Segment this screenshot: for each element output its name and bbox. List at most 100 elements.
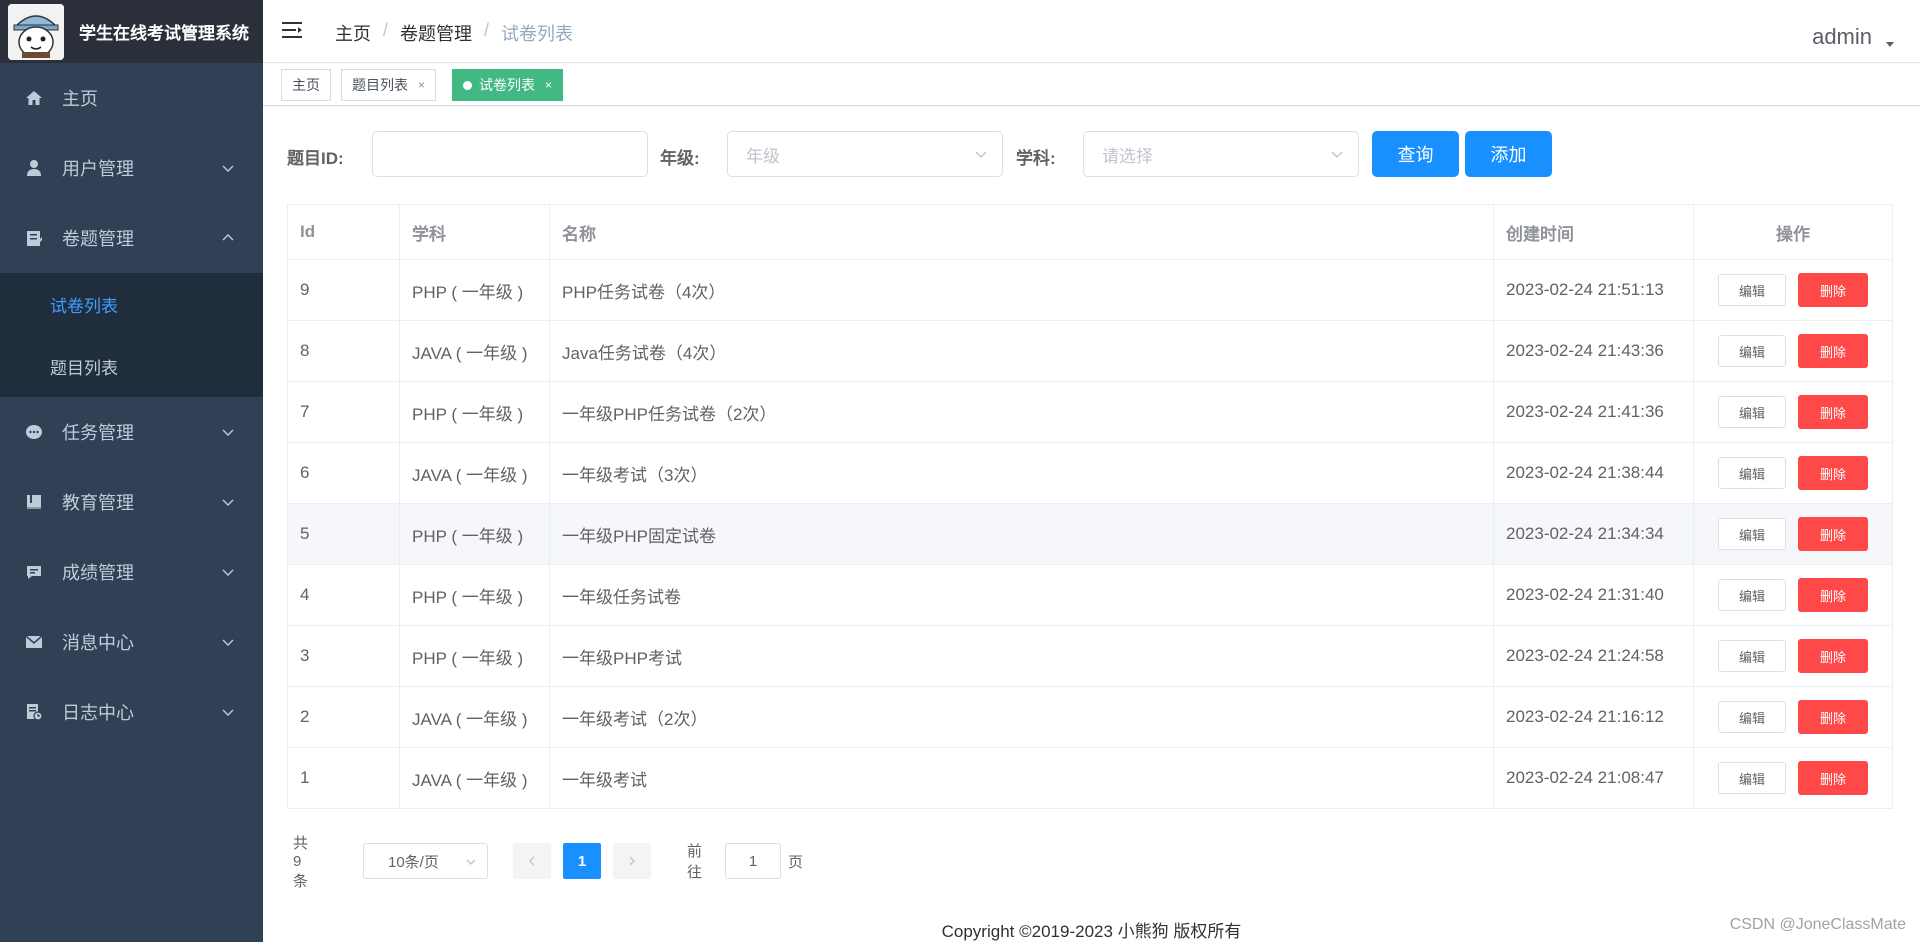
table-row: 9 PHP ( 一年级 ) PHP任务试卷（4次） 2023-02-24 21:51:… [288,259,1892,320]
breadcrumb-home[interactable]: 主页 [335,20,371,46]
edit-button[interactable]: 编辑 [1718,335,1786,367]
table-row: 6 JAVA ( 一年级 ) 一年级考试（3次） 2023-02-24 21:38:4… [288,442,1892,503]
delete-button[interactable]: 删除 [1798,456,1868,490]
delete-button[interactable]: 删除 [1798,639,1868,673]
cell-subject: JAVA ( 一年级 ) [400,443,550,503]
pagination-total: 共 9 条 [293,834,309,890]
chevron-down-icon [975,151,987,158]
goto-suffix: 页 [788,853,804,871]
chevron-down-icon [222,429,234,436]
edit-button[interactable]: 编辑 [1718,640,1786,672]
prev-page-button[interactable] [513,843,551,879]
edit-button[interactable]: 编辑 [1718,701,1786,733]
cell-name: 一年级考试（3次） [550,443,1494,503]
edit-button[interactable]: 编辑 [1718,579,1786,611]
delete-button[interactable]: 删除 [1798,517,1868,551]
column-header-subject: 学科 [400,205,550,259]
cell-created-time: 2023-02-24 21:34:34 [1494,504,1694,564]
mail-icon [24,632,44,652]
query-button[interactable]: 查询 [1372,131,1459,177]
log-icon [24,702,44,722]
cell-subject: PHP ( 一年级 ) [400,260,550,320]
cell-subject: PHP ( 一年级 ) [400,504,550,564]
table-row: 5 PHP ( 一年级 ) 一年级PHP固定试卷 2023-02-24 21:34:3… [288,503,1892,564]
edit-button[interactable]: 编辑 [1718,518,1786,550]
active-dot-icon [463,80,472,90]
delete-button[interactable]: 删除 [1798,395,1868,429]
tag-paper-list[interactable]: 试卷列表 × [452,69,564,101]
submenu-paper-management: 试卷列表 题目列表 [0,273,263,397]
user-menu[interactable]: admin [1812,24,1872,50]
column-header-name: 名称 [550,205,1494,259]
table-row: 3 PHP ( 一年级 ) 一年级PHP考试 2023-02-24 21:24:58 编… [288,625,1892,686]
edit-button[interactable]: 编辑 [1718,396,1786,428]
tag-label: 试卷列表 [479,77,535,93]
sidebar-item-question-list[interactable]: 题目列表 [0,335,263,397]
cell-id: 4 [288,565,400,625]
main-content: 题目ID: 年级: 年级 学科: 请选择 查询 添加 Id 学科 名称 创建时间… [263,107,1920,942]
tag-question-list[interactable]: 题目列表 × [341,69,437,101]
cell-id: 7 [288,382,400,442]
edit-button[interactable]: 编辑 [1718,274,1786,306]
sidebar-item-tasks[interactable]: 任务管理 [0,397,263,467]
cell-created-time: 2023-02-24 21:24:58 [1494,626,1694,686]
cell-id: 1 [288,748,400,808]
sidebar-item-home[interactable]: 主页 [0,63,263,133]
delete-button[interactable]: 删除 [1798,334,1868,368]
table-row: 8 JAVA ( 一年级 ) Java任务试卷（4次） 2023-02-24 21:4… [288,320,1892,381]
caret-down-icon[interactable] [1886,42,1894,47]
question-id-input[interactable] [372,131,648,177]
cell-subject: JAVA ( 一年级 ) [400,748,550,808]
tag-home[interactable]: 主页 [281,69,331,101]
close-icon[interactable]: × [545,78,552,92]
cell-actions: 编辑 删除 [1694,382,1892,442]
sidebar-item-label: 日志中心 [62,703,134,723]
cell-name: 一年级考试（2次） [550,687,1494,747]
grade-label: 年级: [660,149,700,168]
hamburger-menu-icon[interactable] [282,20,304,40]
page-number-button[interactable]: 1 [563,843,601,879]
chevron-up-icon [222,234,234,241]
sidebar-item-users[interactable]: 用户管理 [0,133,263,203]
delete-button[interactable]: 删除 [1798,273,1868,307]
close-icon[interactable]: × [418,78,425,92]
breadcrumb-paper-management[interactable]: 卷题管理 [400,20,472,46]
edit-button[interactable]: 编辑 [1718,457,1786,489]
delete-button[interactable]: 删除 [1798,761,1868,795]
cell-subject: JAVA ( 一年级 ) [400,321,550,381]
page-size-select[interactable]: 10条/页 [363,843,488,879]
table-row: 2 JAVA ( 一年级 ) 一年级考试（2次） 2023-02-24 21:16:1… [288,686,1892,747]
sidebar-item-paper-management[interactable]: 卷题管理 [0,203,263,273]
edit-button[interactable]: 编辑 [1718,762,1786,794]
subject-select[interactable]: 请选择 [1083,131,1359,177]
cell-id: 6 [288,443,400,503]
sidebar-item-education[interactable]: 教育管理 [0,467,263,537]
breadcrumb-separator: / [484,20,490,40]
sidebar-item-scores[interactable]: 成绩管理 [0,537,263,607]
table-body: 9 PHP ( 一年级 ) PHP任务试卷（4次） 2023-02-24 21:51:… [288,259,1892,808]
sidebar-item-paper-list[interactable]: 试卷列表 [0,273,263,335]
subject-placeholder: 请选择 [1102,146,1153,166]
column-header-id: Id [288,205,400,259]
delete-button[interactable]: 删除 [1798,700,1868,734]
sidebar-item-messages[interactable]: 消息中心 [0,607,263,677]
tag-label: 题目列表 [352,77,408,93]
chat-icon [24,562,44,582]
cell-subject: JAVA ( 一年级 ) [400,687,550,747]
sidebar-item-label: 卷题管理 [62,229,134,249]
delete-button[interactable]: 删除 [1798,578,1868,612]
next-page-button[interactable] [613,843,651,879]
grade-placeholder: 年级 [746,146,780,166]
cell-actions: 编辑 删除 [1694,443,1892,503]
sidebar-item-label: 成绩管理 [62,563,134,583]
cell-name: 一年级PHP固定试卷 [550,504,1494,564]
logo-bar: 学生在线考试管理系统 [0,0,263,63]
cell-actions: 编辑 删除 [1694,321,1892,381]
sidebar-item-logs[interactable]: 日志中心 [0,677,263,747]
goto-page-input[interactable]: 1 [725,843,781,879]
chevron-down-icon [222,639,234,646]
grade-select[interactable]: 年级 [727,131,1003,177]
add-button[interactable]: 添加 [1465,131,1552,177]
paper-icon [24,228,44,248]
filter-form: 题目ID: 年级: 年级 学科: 请选择 查询 添加 [287,131,1920,177]
